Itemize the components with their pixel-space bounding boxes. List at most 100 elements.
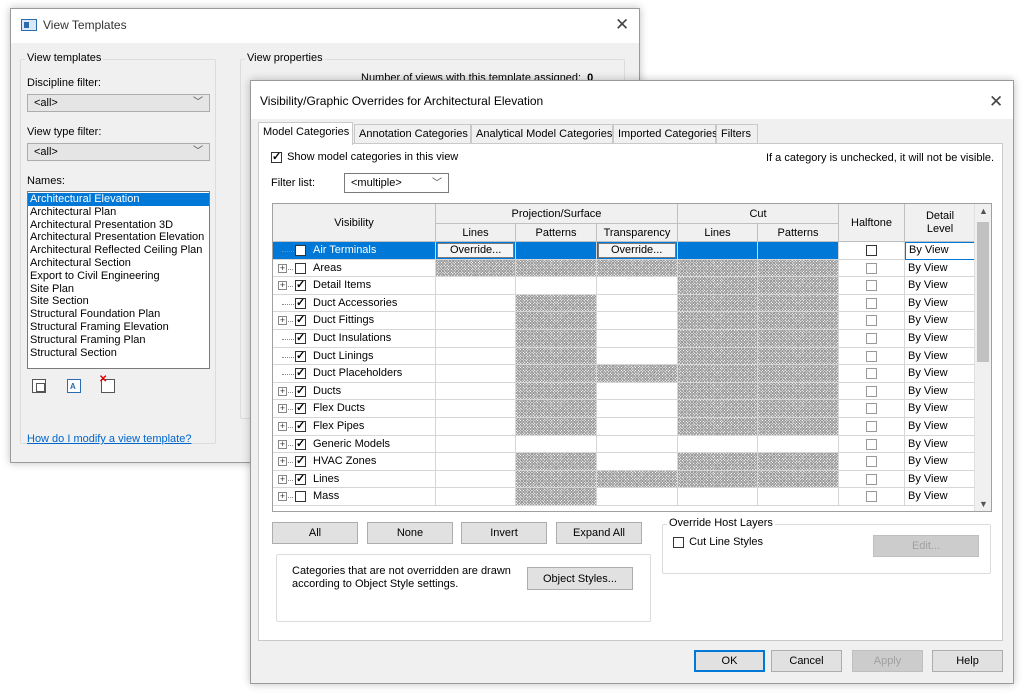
category-cell[interactable]: Duct Linings xyxy=(273,347,436,366)
template-list-item[interactable]: Site Section xyxy=(28,295,209,308)
template-list-item[interactable]: Architectural Plan xyxy=(28,206,209,219)
override-cell[interactable] xyxy=(758,294,839,313)
halftone-cell[interactable] xyxy=(839,277,905,295)
halftone-checkbox[interactable] xyxy=(866,297,877,309)
halftone-cell[interactable] xyxy=(839,453,905,471)
category-visibility-checkbox[interactable] xyxy=(295,491,306,503)
override-cell[interactable] xyxy=(516,400,597,418)
table-row[interactable]: Duct Linings By View xyxy=(273,347,976,366)
category-visibility-checkbox[interactable] xyxy=(295,437,306,450)
override-cell[interactable] xyxy=(436,470,516,489)
expand-plus-icon[interactable]: + xyxy=(278,457,287,467)
category-visibility-checkbox[interactable] xyxy=(295,243,306,256)
override-cell[interactable] xyxy=(516,312,597,330)
override-cell[interactable] xyxy=(436,418,516,436)
table-row[interactable]: + Mass By View xyxy=(273,488,976,506)
override-cell[interactable] xyxy=(516,435,597,454)
expand-plus-icon[interactable]: + xyxy=(278,422,287,431)
show-categories-checkbox[interactable] xyxy=(271,150,282,163)
halftone-cell[interactable] xyxy=(839,382,905,401)
names-listbox[interactable]: Architectural Elevation Architectural Pla… xyxy=(27,191,210,369)
override-cell[interactable] xyxy=(758,418,839,436)
rename-icon[interactable]: A xyxy=(67,379,81,393)
category-visibility-checkbox[interactable] xyxy=(295,401,306,415)
override-cell[interactable] xyxy=(436,382,516,401)
override-cell[interactable] xyxy=(436,330,516,348)
override-cell[interactable] xyxy=(597,312,678,330)
halftone-checkbox[interactable] xyxy=(866,456,877,468)
detail-level-cell[interactable]: By View xyxy=(905,488,976,506)
category-cell[interactable]: + Lines xyxy=(273,470,436,489)
override-cell[interactable] xyxy=(678,294,758,313)
override-cell[interactable] xyxy=(436,365,516,383)
category-cell[interactable]: + Ducts xyxy=(273,382,436,401)
override-button[interactable]: Override... xyxy=(598,243,676,258)
category-cell[interactable]: + HVAC Zones xyxy=(273,453,436,471)
override-cell[interactable] xyxy=(516,294,597,313)
override-cell[interactable] xyxy=(678,259,758,278)
category-visibility-checkbox[interactable] xyxy=(295,313,306,327)
table-row[interactable]: + Detail Items By View xyxy=(273,277,976,295)
override-cell[interactable] xyxy=(678,347,758,366)
override-cell[interactable] xyxy=(758,453,839,471)
template-list-item[interactable]: Architectural Section xyxy=(28,257,209,270)
template-list-item[interactable]: Architectural Reflected Ceiling Plan xyxy=(28,244,209,257)
halftone-checkbox[interactable] xyxy=(866,262,877,274)
help-link[interactable]: How do I modify a view template? xyxy=(27,433,191,445)
override-cell[interactable]: Override... xyxy=(436,242,516,260)
detail-level-cell[interactable]: By View xyxy=(905,418,976,436)
halftone-checkbox[interactable] xyxy=(866,491,877,503)
tab-model-categories[interactable]: Model Categories xyxy=(258,122,353,145)
override-cell[interactable] xyxy=(678,330,758,348)
override-cell[interactable] xyxy=(678,470,758,489)
grid-scrollbar[interactable]: ▲ ▼ xyxy=(974,204,991,511)
override-cell[interactable] xyxy=(758,382,839,401)
override-cell[interactable] xyxy=(516,418,597,436)
override-cell[interactable] xyxy=(436,347,516,366)
category-cell[interactable]: + Generic Models xyxy=(273,435,436,454)
scroll-up-icon[interactable]: ▲ xyxy=(975,206,991,216)
halftone-checkbox[interactable] xyxy=(866,385,877,397)
table-row[interactable]: + Duct Fittings By View xyxy=(273,312,976,330)
delete-icon[interactable]: ✕ xyxy=(99,374,115,393)
halftone-checkbox[interactable] xyxy=(866,333,877,344)
override-cell[interactable] xyxy=(516,330,597,348)
tab-annotation-categories[interactable]: Annotation Categories xyxy=(354,124,471,144)
override-cell[interactable] xyxy=(436,277,516,295)
table-row[interactable]: Duct Insulations By View xyxy=(273,330,976,348)
override-cell[interactable] xyxy=(758,347,839,366)
override-cell[interactable] xyxy=(597,382,678,401)
category-cell[interactable]: + Duct Fittings xyxy=(273,312,436,330)
override-cell[interactable] xyxy=(597,294,678,313)
category-visibility-checkbox[interactable] xyxy=(295,296,306,309)
override-button[interactable]: Override... xyxy=(437,243,514,258)
category-cell[interactable]: + Areas xyxy=(273,259,436,278)
category-cell[interactable]: Duct Accessories xyxy=(273,294,436,313)
table-row[interactable]: + Lines By View xyxy=(273,470,976,489)
override-cell[interactable] xyxy=(678,400,758,418)
halftone-cell[interactable] xyxy=(839,312,905,330)
halftone-cell[interactable] xyxy=(839,347,905,366)
override-cell[interactable] xyxy=(758,435,839,454)
halftone-checkbox[interactable] xyxy=(866,350,877,362)
category-visibility-checkbox[interactable] xyxy=(295,331,306,344)
override-cell[interactable] xyxy=(516,382,597,401)
override-cell[interactable] xyxy=(758,488,839,506)
category-visibility-checkbox[interactable] xyxy=(295,262,306,274)
override-cell[interactable] xyxy=(436,294,516,313)
override-cell[interactable] xyxy=(516,347,597,366)
override-cell[interactable] xyxy=(597,277,678,295)
apply-button[interactable]: Apply xyxy=(852,650,923,672)
template-list-item[interactable]: Architectural Presentation 3D xyxy=(28,219,209,232)
template-list-item[interactable]: Structural Framing Elevation xyxy=(28,321,209,334)
detail-level-cell[interactable]: By View xyxy=(905,453,976,471)
detail-level-cell[interactable]: By View xyxy=(905,312,976,330)
detail-level-cell[interactable]: By View xyxy=(905,294,976,313)
override-cell[interactable] xyxy=(597,400,678,418)
override-cell[interactable] xyxy=(758,400,839,418)
halftone-cell[interactable] xyxy=(839,330,905,348)
expand-plus-icon[interactable]: + xyxy=(278,263,287,273)
detail-level-cell[interactable]: By View xyxy=(905,435,976,454)
halftone-cell[interactable] xyxy=(839,418,905,436)
category-visibility-checkbox[interactable] xyxy=(295,366,306,380)
